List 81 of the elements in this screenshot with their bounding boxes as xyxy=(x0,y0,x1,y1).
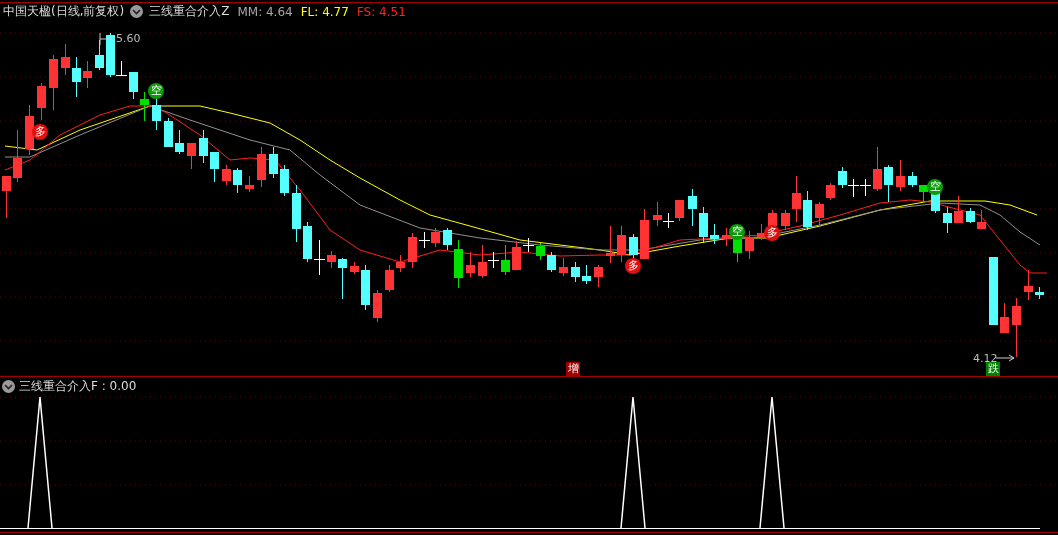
candlestick xyxy=(61,43,70,76)
candlestick xyxy=(977,209,986,230)
candlestick xyxy=(908,171,917,188)
candlestick xyxy=(710,223,719,245)
signal-badge: 空 xyxy=(729,224,745,240)
candlestick xyxy=(25,104,34,156)
event-badge: 跌 xyxy=(986,362,1000,376)
candlestick xyxy=(292,184,301,243)
candlestick xyxy=(954,195,963,224)
candlestick xyxy=(83,60,92,89)
candlestick xyxy=(792,175,801,223)
candlestick xyxy=(373,289,382,323)
high-price-arrow-icon xyxy=(99,32,113,46)
candlestick xyxy=(745,230,754,260)
candlestick xyxy=(617,225,626,263)
low-price-arrow-icon xyxy=(995,354,1015,362)
candlestick xyxy=(606,225,615,264)
candlestick xyxy=(699,206,708,244)
candlestick xyxy=(385,264,394,293)
candlestick xyxy=(222,164,231,186)
candlestick xyxy=(896,159,905,192)
candlestick xyxy=(338,257,347,300)
candlestick xyxy=(466,251,475,278)
event-badge: 增 xyxy=(566,362,580,376)
candlestick xyxy=(966,207,975,224)
candlestick xyxy=(175,129,184,155)
signal-badge: 多 xyxy=(625,258,641,274)
candlestick xyxy=(454,239,463,289)
candlestick xyxy=(233,167,242,194)
dropdown-icon[interactable] xyxy=(130,5,144,18)
candlestick xyxy=(13,129,22,183)
high-price-label: 5.60 xyxy=(116,32,141,45)
candlestick xyxy=(152,97,161,131)
candlestick xyxy=(559,257,568,277)
candlestick xyxy=(72,56,81,98)
indicator-value: FL: 4.77 xyxy=(300,4,349,19)
candlestick xyxy=(187,142,196,170)
signal-badge: 多 xyxy=(32,124,48,140)
candlestick xyxy=(826,182,835,201)
candlestick xyxy=(629,233,638,259)
signal-badge: 多 xyxy=(764,225,780,241)
indicator-pane-title: 三线重合介入F : 0.00 xyxy=(19,378,137,395)
candlestick xyxy=(989,256,998,326)
candlestick xyxy=(1024,269,1033,301)
candlestick xyxy=(49,54,58,111)
candlestick xyxy=(280,164,289,197)
candlestick xyxy=(582,264,591,285)
candlestick xyxy=(140,91,149,122)
candlestick xyxy=(361,264,370,311)
candlestick xyxy=(396,254,405,273)
candlestick xyxy=(37,82,46,121)
candlestick xyxy=(815,201,824,227)
candlestick xyxy=(350,261,359,275)
indicator-value: FS: 4.51 xyxy=(356,4,406,19)
candlestick xyxy=(269,146,278,179)
stock-title: 中国天楹(日线,前复权) xyxy=(3,3,125,20)
candlestick xyxy=(594,264,603,288)
candlestick xyxy=(1000,302,1009,334)
candlestick xyxy=(245,175,254,193)
indicator-name: 三线重合介入Z xyxy=(149,3,230,20)
signal-badge: 空 xyxy=(927,179,943,195)
candlestick xyxy=(919,184,928,204)
candlestick xyxy=(571,261,580,283)
candlestick xyxy=(781,209,790,231)
candlestick xyxy=(688,188,697,227)
candlestick xyxy=(210,151,219,183)
candlestick xyxy=(884,164,893,203)
candlestick xyxy=(257,146,266,188)
candlestick xyxy=(943,206,952,234)
candlestick xyxy=(547,251,556,273)
candlestick xyxy=(803,190,812,231)
candlestick xyxy=(443,227,452,251)
candlestick xyxy=(640,208,649,260)
candlestick xyxy=(2,175,11,219)
candlestick xyxy=(199,129,208,164)
candlestick xyxy=(1012,297,1021,358)
dropdown-icon[interactable] xyxy=(2,380,15,393)
candlestick xyxy=(164,117,173,148)
indicator-value: MM: 4.64 xyxy=(237,4,293,19)
candlestick xyxy=(1035,286,1044,300)
signal-badge: 空 xyxy=(148,83,164,99)
